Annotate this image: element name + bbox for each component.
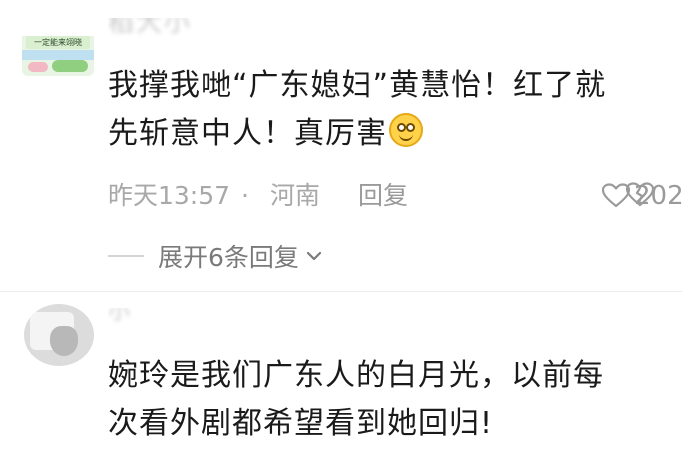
- avatar-bg: [28, 62, 48, 72]
- smiling-face-emoji-icon: [389, 113, 423, 147]
- avatar-bg: [50, 326, 78, 356]
- username[interactable]: 稻大小: [108, 18, 228, 48]
- expand-replies-label: 展开6条回复: [158, 243, 299, 272]
- expand-line: [108, 255, 144, 257]
- chevron-down-icon: [306, 251, 322, 261]
- reply-button[interactable]: 回复: [358, 176, 408, 216]
- comment-text: 婉玲是我们广东人的白月光，以前每 次看外剧都希望看到她回归!: [108, 352, 668, 448]
- comment-text-line: 先斩意中人！真厉害: [108, 110, 668, 158]
- username-text: 小: [108, 308, 131, 325]
- comment-text: 我撑我哋“广东媳妇”黄慧怡！红了就 先斩意中人！真厉害: [108, 62, 668, 158]
- comment-text-segment: 先斩意中人！真厉害: [108, 116, 387, 151]
- avatar-bg: [52, 60, 88, 72]
- comment-text-line: 婉玲是我们广东人的白月光，以前每: [108, 358, 604, 393]
- avatar-bg: [22, 22, 94, 36]
- comment-text-line: 我撑我哋“广东媳妇”黄慧怡！红了就: [108, 68, 607, 103]
- comment-text-line: 次看外剧都希望看到她回归!: [108, 406, 494, 441]
- avatar-text: 一定能来翊晓: [26, 36, 90, 49]
- comment-meta: 昨天13:57 · 河南 回复 202: [108, 176, 682, 216]
- username[interactable]: 小: [108, 308, 168, 330]
- comment-region: 河南: [270, 181, 321, 210]
- comment-item: 一定能来翊晓 稻大小 我撑我哋“广东媳妇”黄慧怡！红了就 先斩意中人！真厉害 昨…: [0, 0, 682, 300]
- expand-replies-button[interactable]: 展开6条回复: [108, 236, 323, 276]
- meta-separator: ·: [241, 181, 249, 210]
- comment-item: 小 婉玲是我们广东人的白月光，以前每 次看外剧都希望看到她回归!: [0, 292, 682, 462]
- avatar[interactable]: [24, 304, 94, 366]
- avatar-bg: [22, 50, 94, 60]
- username-text: 稻大小: [108, 18, 193, 38]
- broken-heart-icon[interactable]: [626, 182, 654, 208]
- comment-date: 昨天13:57: [108, 181, 231, 210]
- avatar[interactable]: 一定能来翊晓: [22, 22, 94, 76]
